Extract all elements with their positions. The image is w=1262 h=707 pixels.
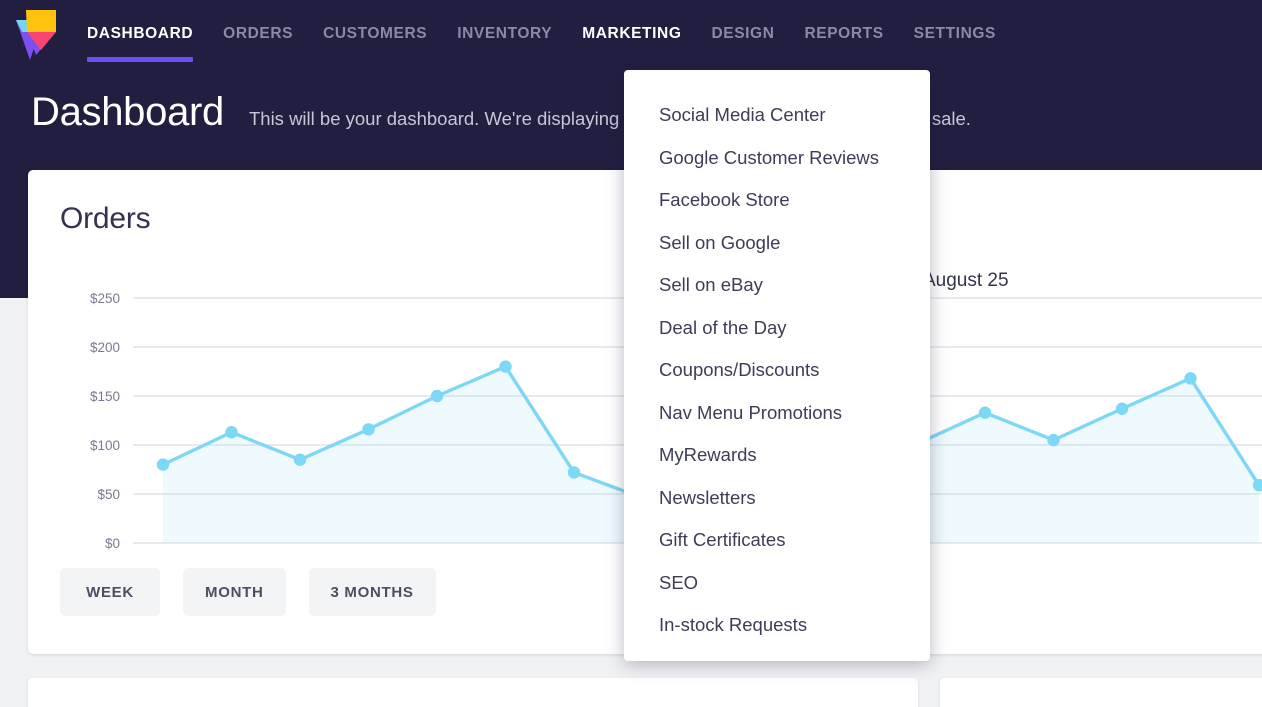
chart-data-point[interactable] bbox=[568, 466, 580, 478]
nav-item-label: SETTINGS bbox=[914, 25, 996, 43]
nav-item-label: REPORTS bbox=[805, 25, 884, 43]
marketing-dropdown-menu: Social Media Center Google Customer Revi… bbox=[624, 70, 930, 661]
range-button-month[interactable]: MONTH bbox=[183, 568, 286, 616]
nav-item-label: DASHBOARD bbox=[87, 25, 193, 43]
dropdown-item-nav-menu-promotions[interactable]: Nav Menu Promotions bbox=[624, 392, 930, 435]
chart-data-point[interactable] bbox=[225, 426, 237, 438]
chart-data-point[interactable] bbox=[1047, 434, 1059, 446]
app-root: DASHBOARD ORDERS CUSTOMERS INVENTORY MAR… bbox=[0, 0, 1262, 707]
dropdown-item-facebook-store[interactable]: Facebook Store bbox=[624, 179, 930, 222]
nav-item-customers[interactable]: CUSTOMERS bbox=[308, 0, 442, 68]
range-button-week[interactable]: WEEK bbox=[60, 568, 160, 616]
nav-item-list: DASHBOARD ORDERS CUSTOMERS INVENTORY MAR… bbox=[72, 0, 1011, 68]
dropdown-item-coupons-discounts[interactable]: Coupons/Discounts bbox=[624, 349, 930, 392]
dropdown-item-google-customer-reviews[interactable]: Google Customer Reviews bbox=[624, 137, 930, 180]
chart-data-point[interactable] bbox=[1184, 372, 1196, 384]
chart-data-point[interactable] bbox=[431, 390, 443, 402]
dropdown-item-in-stock-requests[interactable]: In-stock Requests bbox=[624, 604, 930, 647]
dropdown-item-sell-on-google[interactable]: Sell on Google bbox=[624, 222, 930, 265]
brand-logo[interactable] bbox=[0, 0, 72, 68]
dropdown-item-seo[interactable]: SEO bbox=[624, 562, 930, 605]
nav-item-inventory[interactable]: INVENTORY bbox=[442, 0, 567, 68]
chart-data-point[interactable] bbox=[979, 406, 991, 418]
dropdown-item-gift-certificates[interactable]: Gift Certificates bbox=[624, 519, 930, 562]
dropdown-item-sell-on-ebay[interactable]: Sell on eBay bbox=[624, 264, 930, 307]
chart-data-point[interactable] bbox=[499, 360, 511, 372]
nav-item-label: MARKETING bbox=[582, 25, 681, 43]
svg-text:$200: $200 bbox=[90, 340, 120, 355]
chart-data-point[interactable] bbox=[157, 458, 169, 470]
nav-item-design[interactable]: DESIGN bbox=[696, 0, 789, 68]
svg-text:$50: $50 bbox=[97, 487, 120, 502]
nav-item-orders[interactable]: ORDERS bbox=[208, 0, 308, 68]
chart-data-point[interactable] bbox=[362, 423, 374, 435]
orders-card-title: Orders bbox=[60, 202, 151, 236]
svg-text:$100: $100 bbox=[90, 438, 120, 453]
range-button-3-months[interactable]: 3 MONTHS bbox=[309, 568, 436, 616]
top-navigation-bar: DASHBOARD ORDERS CUSTOMERS INVENTORY MAR… bbox=[0, 0, 1262, 68]
range-button-group: WEEK MONTH 3 MONTHS bbox=[60, 568, 436, 616]
svg-text:$150: $150 bbox=[90, 389, 120, 404]
dropdown-item-deal-of-the-day[interactable]: Deal of the Day bbox=[624, 307, 930, 350]
nav-item-label: INVENTORY bbox=[457, 25, 552, 43]
chart-data-point[interactable] bbox=[294, 454, 306, 466]
dropdown-item-social-media-center[interactable]: Social Media Center bbox=[624, 94, 930, 137]
nav-item-marketing[interactable]: MARKETING bbox=[567, 0, 696, 68]
svg-text:$0: $0 bbox=[105, 536, 120, 550]
bottom-card-right bbox=[940, 678, 1262, 707]
nav-item-label: ORDERS bbox=[223, 25, 293, 43]
svg-text:$250: $250 bbox=[90, 291, 120, 306]
nav-item-dashboard[interactable]: DASHBOARD bbox=[72, 0, 208, 68]
nav-item-label: DESIGN bbox=[711, 25, 774, 43]
nav-item-settings[interactable]: SETTINGS bbox=[899, 0, 1011, 68]
dropdown-item-newsletters[interactable]: Newsletters bbox=[624, 477, 930, 520]
nav-item-reports[interactable]: REPORTS bbox=[790, 0, 899, 68]
dropdown-item-myrewards[interactable]: MyRewards bbox=[624, 434, 930, 477]
page-title: Dashboard bbox=[31, 92, 224, 132]
bottom-card-left bbox=[28, 678, 918, 707]
logo-mark-icon bbox=[14, 8, 58, 60]
nav-item-label: CUSTOMERS bbox=[323, 25, 427, 43]
chart-data-point[interactable] bbox=[1116, 403, 1128, 415]
